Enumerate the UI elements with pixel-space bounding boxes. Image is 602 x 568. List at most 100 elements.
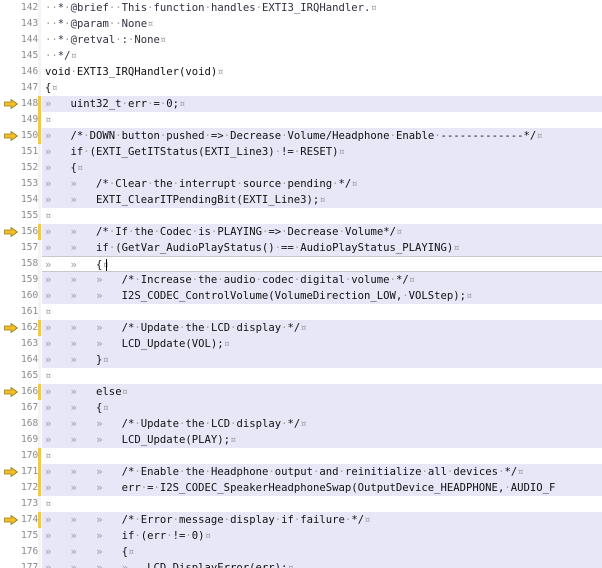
code-line[interactable]: 172 » » » err·=·I2S_CODEC_SpeakerHeadphon… [0,480,602,496]
code-line-area[interactable]: » » /*·Clear·the·interrupt·source·pendin… [42,176,602,192]
code-line-area[interactable]: » » » /*·Update·the·LCD·display·*/¤ [42,416,602,432]
code-line-area[interactable]: ¤ [42,304,602,320]
code-line-area[interactable]: » » » /*·Enable·the·Headphone·output·and… [42,464,602,480]
code-line[interactable]: 151 » if·(EXTI_GetITStatus(EXTI_Line3)·!=… [0,144,602,160]
code-line[interactable]: 166 » » else¤ [0,384,602,400]
gutter-marker-area[interactable] [0,0,21,16]
code-line-area[interactable]: ··*·@retval·:·None¤ [42,32,602,48]
code-editor[interactable]: 142 ··*·@brief··This·function·handles·EXT… [0,0,602,568]
gutter-marker-area[interactable] [0,512,21,528]
code-line-area[interactable]: » » }¤ [42,352,602,368]
gutter-marker-area[interactable] [0,224,21,240]
gutter-marker-area[interactable] [0,320,21,336]
code-text[interactable]: » » » » LCD_DisplayError(err);¤ [45,560,294,568]
gutter-marker-area[interactable] [0,48,21,64]
code-line-area[interactable]: ¤ [42,368,602,384]
gutter-marker-area[interactable] [0,288,21,304]
code-text[interactable]: » » » {¤ [45,544,134,560]
code-line-area[interactable]: » » EXTI_ClearITPendingBit(EXTI_Line3);¤ [42,192,602,208]
gutter-marker-area[interactable] [0,544,21,560]
code-text[interactable]: » » » /*·Update·the·LCD·display·*/¤ [45,416,307,432]
code-line[interactable]: 160 » » » I2S_CODEC_ControlVolume(VolumeD… [0,288,602,304]
gutter-marker-area[interactable] [0,400,21,416]
code-text[interactable]: » {¤ [45,160,83,176]
code-line-area[interactable]: » {¤ [42,160,602,176]
gutter-marker-area[interactable] [0,256,21,272]
code-line[interactable]: 156 » » /*·If·the·Codec·is·PLAYING·=>·Dec… [0,224,602,240]
code-line[interactable]: 174 » » » /*·Error·message·display·if·fai… [0,512,602,528]
code-line-area[interactable]: void·EXTI3_IRQHandler(void)¤ [42,64,602,80]
gutter-marker-area[interactable] [0,272,21,288]
gutter-marker-area[interactable] [0,560,21,568]
code-line[interactable]: 159 » » » /*·Increase·the·audio·codec·dig… [0,272,602,288]
code-line[interactable]: 165 ¤ [0,368,602,384]
code-text[interactable]: » /*·DOWN·button·pushed·=>·Decrease·Volu… [45,128,543,144]
gutter-marker-area[interactable] [0,528,21,544]
code-line-area[interactable]: » » » {¤ [42,544,602,560]
code-line[interactable]: 169 » » » LCD_Update(PLAY);¤ [0,432,602,448]
code-line[interactable]: 145 ··*/¤ [0,48,602,64]
code-line[interactable]: 158 » » {¤ [0,256,602,272]
code-text[interactable]: ¤ [45,496,51,512]
code-line-area[interactable]: » » {¤ [42,256,602,272]
code-line[interactable]: 155 ¤ [0,208,602,224]
code-line-area[interactable]: » » » err·=·I2S_CODEC_SpeakerHeadphoneSw… [42,480,602,496]
gutter-marker-area[interactable] [0,304,21,320]
code-text[interactable]: ¤ [45,208,51,224]
gutter-marker-area[interactable] [0,16,21,32]
code-text[interactable]: » if·(EXTI_GetITStatus(EXTI_Line3)·!=·RE… [45,144,345,160]
gutter-marker-area[interactable] [0,208,21,224]
code-line[interactable]: 143 ··*·@param··None¤ [0,16,602,32]
gutter-marker-area[interactable] [0,176,21,192]
code-line-area[interactable]: » » if·(GetVar_AudioPlayStatus()·==·Audi… [42,240,602,256]
gutter-marker-area[interactable] [0,416,21,432]
gutter-marker-area[interactable] [0,32,21,48]
code-line-area[interactable]: ¤ [42,112,602,128]
code-line[interactable]: 170 ¤ [0,448,602,464]
gutter-marker-area[interactable] [0,368,21,384]
code-line-area[interactable]: ¤ [42,448,602,464]
gutter-marker-area[interactable] [0,128,21,144]
code-text[interactable]: ¤ [45,112,51,128]
code-text[interactable]: » » » LCD_Update(PLAY);¤ [45,432,236,448]
code-line[interactable]: 146 void·EXTI3_IRQHandler(void)¤ [0,64,602,80]
code-line[interactable]: 157 » » if·(GetVar_AudioPlayStatus()·==·A… [0,240,602,256]
code-line[interactable]: 150 » /*·DOWN·button·pushed·=>·Decrease·V… [0,128,602,144]
code-line-area[interactable]: » » else¤ [42,384,602,400]
gutter-marker-area[interactable] [0,432,21,448]
code-text[interactable]: » » EXTI_ClearITPendingBit(EXTI_Line3);¤ [45,192,326,208]
code-text[interactable]: » » » /*·Enable·the·Headphone·output·and… [45,464,524,480]
code-text[interactable]: » » if·(GetVar_AudioPlayStatus()·==·Audi… [45,240,460,256]
code-line[interactable]: 154 » » EXTI_ClearITPendingBit(EXTI_Line3… [0,192,602,208]
gutter-marker-area[interactable] [0,112,21,128]
code-text[interactable]: ¤ [45,448,51,464]
code-text[interactable]: » » » /*·Update·the·LCD·display·*/¤ [45,320,307,336]
gutter-marker-area[interactable] [0,464,21,480]
code-text[interactable]: » » {¤ [45,400,109,416]
code-line-area[interactable]: » » » » LCD_DisplayError(err);¤ [42,560,602,568]
code-text[interactable]: ··*·@param··None¤ [45,16,154,32]
gutter-marker-area[interactable] [0,352,21,368]
code-text[interactable]: » » » I2S_CODEC_ControlVolume(VolumeDire… [45,288,472,304]
code-line[interactable]: 163 » » » LCD_Update(VOL);¤ [0,336,602,352]
code-line-area[interactable]: » » {¤ [42,400,602,416]
gutter-marker-area[interactable] [0,96,21,112]
code-line[interactable]: 147 {¤ [0,80,602,96]
code-text[interactable]: ¤ [45,304,51,320]
gutter-marker-area[interactable] [0,80,21,96]
code-text[interactable]: » » » if·(err·!=·0)¤ [45,528,211,544]
code-line-area[interactable]: » » » I2S_CODEC_ControlVolume(VolumeDire… [42,288,602,304]
code-line-area[interactable]: » » » if·(err·!=·0)¤ [42,528,602,544]
code-text[interactable]: » » » /*·Error·message·display·if·failur… [45,512,370,528]
gutter-marker-area[interactable] [0,64,21,80]
code-line-area[interactable]: ··*·@brief··This·function·handles·EXTI3_… [42,0,602,16]
code-line[interactable]: 153 » » /*·Clear·the·interrupt·source·pen… [0,176,602,192]
code-line-area[interactable]: » » » /*·Update·the·LCD·display·*/¤ [42,320,602,336]
code-text[interactable]: » » }¤ [45,352,109,368]
code-text[interactable]: » » else¤ [45,384,128,400]
code-line[interactable]: 168 » » » /*·Update·the·LCD·display·*/¤ [0,416,602,432]
code-line[interactable]: 173 ¤ [0,496,602,512]
code-line[interactable]: 162 » » » /*·Update·the·LCD·display·*/¤ [0,320,602,336]
gutter-marker-area[interactable] [0,480,21,496]
code-line[interactable]: 175 » » » if·(err·!=·0)¤ [0,528,602,544]
